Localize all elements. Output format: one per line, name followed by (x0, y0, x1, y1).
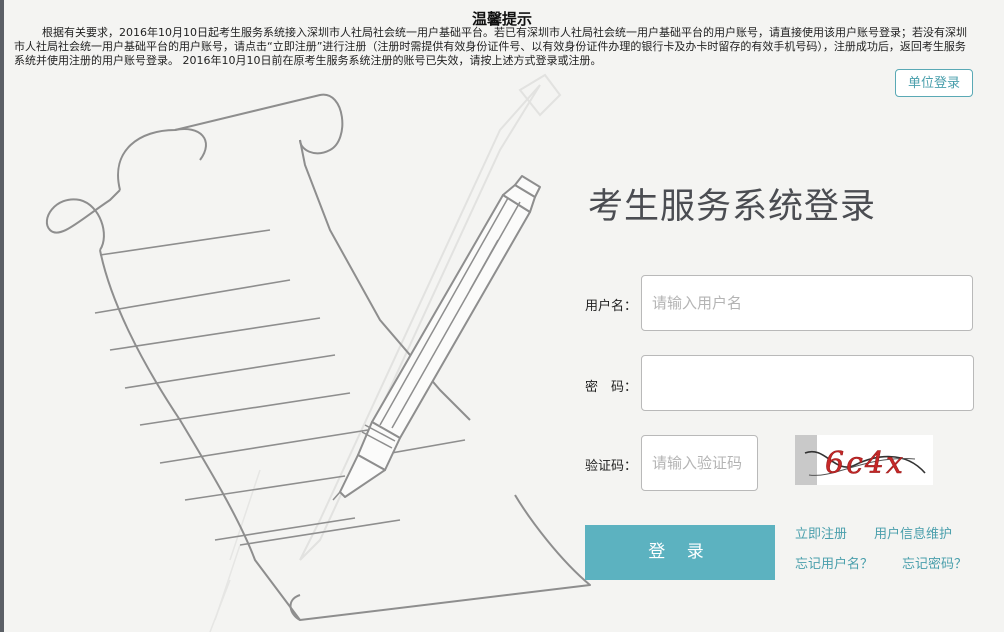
forgot-password-link[interactable]: 忘记密码？ (902, 553, 967, 572)
password-label: 密 码： (585, 380, 638, 395)
login-button[interactable]: 登 录 (585, 525, 775, 580)
unit-login-button[interactable]: 单位登录 (895, 69, 973, 97)
captcha-image[interactable]: 6c4x (795, 435, 933, 485)
captcha-label: 验证码： (585, 459, 638, 474)
username-input[interactable] (641, 275, 973, 331)
captcha-text: 6c4x (825, 446, 905, 481)
login-title: 考生服务系统登录 (588, 187, 877, 227)
register-link[interactable]: 立即注册 (795, 523, 847, 542)
captcha-input[interactable] (641, 435, 758, 491)
forgot-username-link[interactable]: 忘记用户名？ (795, 553, 873, 572)
username-label: 用户名： (585, 299, 638, 314)
password-input[interactable] (641, 355, 974, 411)
notice-body: 根据有关要求，2016年10月10日起考生服务系统接入深圳市人社局社会统一用户基… (14, 26, 967, 67)
user-info-link[interactable]: 用户信息维护 (874, 523, 952, 542)
